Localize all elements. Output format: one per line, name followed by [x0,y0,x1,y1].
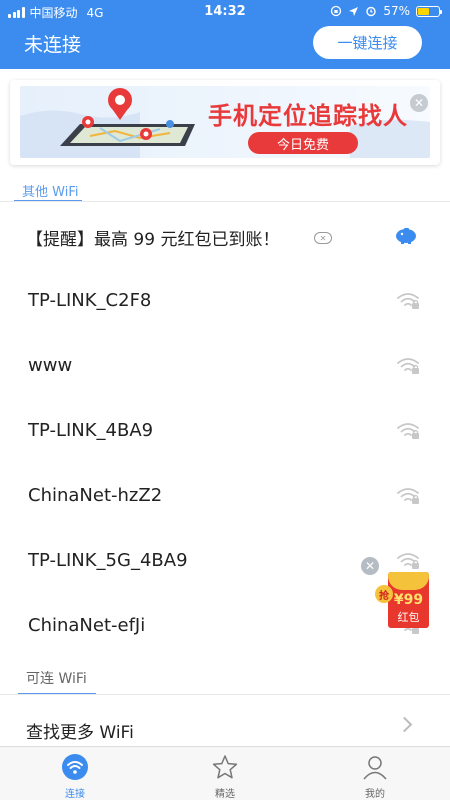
piggy-bank-icon [396,228,416,244]
wifi-list-item[interactable]: TP-LINK_C2F8 [0,268,450,332]
wifi-ssid: TP-LINK_C2F8 [28,290,152,311]
float-close-icon[interactable]: ✕ [361,557,379,575]
top-bar: 中国移动 4G 14:32 57% 未连接 一键连接 [0,0,450,69]
one-click-connect-button[interactable]: 一键连接 [313,26,422,59]
wifi-locked-icon [397,553,419,569]
wifi-ssid: TP-LINK_4BA9 [28,420,154,441]
promo-row[interactable]: 【提醒】最高 99 元红包已到账！ ✕ [0,203,450,267]
section-label-other-wifi: 其他 WiFi [22,185,79,200]
alarm-icon [366,6,377,17]
battery-icon [416,5,442,17]
wifi-locked-icon [397,423,419,439]
wifi-locked-icon [397,293,419,309]
ad-banner-card[interactable]: 手机定位追踪找人 今日免费 ✕ [10,80,440,165]
wifi-list-item[interactable]: TP-LINK_4BA9 [0,398,450,462]
divider [0,201,450,202]
wifi-list-item[interactable]: ChinaNet-hzZ2 [0,463,450,527]
section-label-available-wifi: 可连 WiFi [26,671,87,687]
wifi-ssid: ChinaNet-efJi [28,615,146,636]
red-packet-amount: ¥99 [393,592,424,608]
red-packet-widget[interactable]: ¥99 红包 [388,572,429,628]
wifi-list-item[interactable]: www [0,333,450,397]
ad-banner[interactable]: 手机定位追踪找人 今日免费 [20,86,430,158]
red-packet-label: 红包 [397,611,420,624]
chevron-right-icon [396,716,413,733]
grab-badge: 抢 [375,585,393,603]
wifi-list-item[interactable]: TP-LINK_5G_4BA9 [0,528,450,592]
connection-status-title: 未连接 [24,34,82,56]
ad-free-button[interactable]: 今日免费 [248,132,358,154]
tab-mine[interactable]: 我的 [300,747,450,800]
promo-text: 【提醒】最高 99 元红包已到账！ [26,230,280,250]
wifi-ssid: ChinaNet-hzZ2 [28,485,163,506]
tab-bar: 连接 精选 我的 [0,746,450,800]
location-icon [349,6,359,16]
close-icon[interactable]: ✕ [410,94,428,112]
user-icon [363,756,387,780]
tab-label: 我的 [365,789,385,800]
status-bar: 中国移动 4G 14:32 57% [0,0,450,24]
tab-featured[interactable]: 精选 [150,747,300,800]
wifi-ssid: www [28,355,73,376]
wifi-icon [62,754,88,780]
find-more-wifi-row[interactable]: 查找更多 WiFi [0,710,450,746]
red-packet-flap [388,572,429,590]
status-right: 57% [330,4,442,18]
star-icon [212,755,238,779]
rotation-lock-icon [331,5,342,17]
tab-label: 精选 [215,789,235,800]
wifi-ssid: TP-LINK_5G_4BA9 [28,550,188,571]
wifi-locked-icon [397,488,419,504]
divider [0,694,450,695]
tab-connect[interactable]: 连接 [0,747,150,800]
tab-label: 连接 [65,789,85,800]
promo-close-icon[interactable]: ✕ [314,232,332,244]
find-more-wifi-label: 查找更多 WiFi [26,723,134,743]
battery-percent: 57% [383,4,410,18]
ad-title: 手机定位追踪找人 [208,102,408,130]
wifi-locked-icon [397,358,419,374]
